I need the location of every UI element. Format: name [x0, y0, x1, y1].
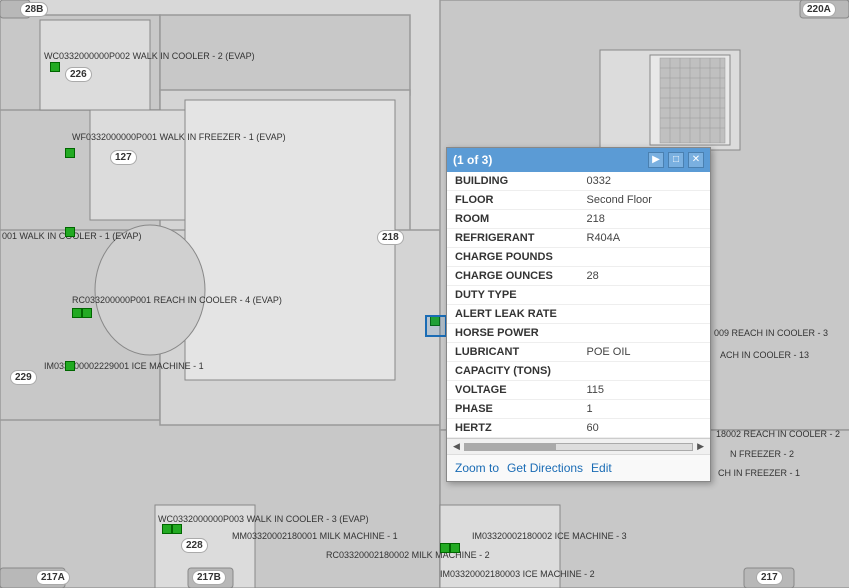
field-label: ROOM	[447, 210, 579, 229]
field-label: BUILDING	[447, 172, 579, 191]
field-value: POE OIL	[579, 343, 711, 362]
feature-popup: (1 of 3) ▶ □ ✕ BUILDING0332FLOORSecond F…	[446, 147, 711, 482]
field-value	[579, 248, 711, 267]
room-label-28b: 28B	[20, 2, 48, 17]
table-row: ROOM218	[447, 210, 710, 229]
edit-link[interactable]: Edit	[591, 461, 612, 475]
field-value: 1	[579, 400, 711, 419]
equip-label-rc002: 18002 REACH IN COOLER - 2	[716, 429, 840, 439]
field-label: REFRIGERANT	[447, 229, 579, 248]
scroll-right-arrow[interactable]: ▶	[695, 441, 706, 452]
equip-label-mm001: MM03320002180001 MILK MACHINE - 1	[232, 531, 398, 541]
equip-label-im002: IM03320002180003 ICE MACHINE - 2	[440, 569, 595, 579]
room-label-228: 228	[181, 538, 208, 553]
field-value: 0332	[579, 172, 711, 191]
equip-label-frz1: CH IN FREEZER - 1	[718, 468, 800, 478]
field-label: HERTZ	[447, 419, 579, 438]
equip-label-frz2: N FREEZER - 2	[730, 449, 794, 459]
equip-label-rc004: RC033200000P001 REACH IN COOLER - 4 (EVA…	[72, 295, 282, 305]
equip-dot-8[interactable]	[172, 524, 182, 534]
field-label: DUTY TYPE	[447, 286, 579, 305]
table-row: HORSE POWER	[447, 324, 710, 343]
popup-scroll-bar[interactable]: ◀ ▶	[447, 438, 710, 454]
equip-dot-10[interactable]	[450, 543, 460, 553]
map-container: 226 127 218 229 228 217B 217A 220A 217 2…	[0, 0, 849, 588]
scroll-left-arrow[interactable]: ◀	[451, 441, 462, 452]
field-label: VOLTAGE	[447, 381, 579, 400]
table-row: CHARGE OUNCES28	[447, 267, 710, 286]
table-row: REFRIGERANTR404A	[447, 229, 710, 248]
equip-label-rc013: ACH IN COOLER - 13	[720, 350, 809, 360]
table-row: BUILDING0332	[447, 172, 710, 191]
table-row: CHARGE POUNDS	[447, 248, 710, 267]
room-label-226: 226	[65, 67, 92, 82]
field-label: FLOOR	[447, 191, 579, 210]
get-directions-link[interactable]: Get Directions	[507, 461, 583, 475]
field-value: 28	[579, 267, 711, 286]
room-label-217a: 217A	[36, 570, 70, 585]
field-label: LUBRICANT	[447, 343, 579, 362]
equip-dot-9[interactable]	[440, 543, 450, 553]
room-label-217b: 217B	[192, 570, 226, 585]
popup-maximize-button[interactable]: □	[668, 152, 684, 168]
table-row: VOLTAGE115	[447, 381, 710, 400]
zoom-to-link[interactable]: Zoom to	[455, 461, 499, 475]
scroll-track	[464, 443, 693, 451]
equip-dot-3[interactable]	[65, 227, 75, 237]
floor-plan-svg	[0, 0, 849, 588]
field-value: Second Floor	[579, 191, 711, 210]
field-label: ALERT LEAK RATE	[447, 305, 579, 324]
equip-dot-1[interactable]	[50, 62, 60, 72]
table-row: HERTZ60	[447, 419, 710, 438]
scroll-thumb	[465, 444, 556, 450]
field-value: 115	[579, 381, 711, 400]
room-label-127: 127	[110, 150, 137, 165]
field-label: PHASE	[447, 400, 579, 419]
table-row: FLOORSecond Floor	[447, 191, 710, 210]
equip-label-wc003: WC0332000000P003 WALK IN COOLER - 3 (EVA…	[158, 514, 369, 524]
table-row: PHASE1	[447, 400, 710, 419]
field-label: CHARGE OUNCES	[447, 267, 579, 286]
table-row: DUTY TYPE	[447, 286, 710, 305]
selected-feature-box	[425, 315, 447, 337]
equip-dot-2[interactable]	[65, 148, 75, 158]
field-label: HORSE POWER	[447, 324, 579, 343]
popup-table: BUILDING0332FLOORSecond FloorROOM218REFR…	[447, 172, 710, 438]
equip-label-mm002: RC03320002180002 MILK MACHINE - 2	[326, 550, 490, 560]
field-value	[579, 286, 711, 305]
equip-dot-7[interactable]	[162, 524, 172, 534]
equip-label-rc003: 009 REACH IN COOLER - 3	[714, 328, 828, 338]
popup-body[interactable]: BUILDING0332FLOORSecond FloorROOM218REFR…	[447, 172, 710, 438]
field-value: R404A	[579, 229, 711, 248]
equip-label-wf001: WF0332000000P001 WALK IN FREEZER - 1 (EV…	[72, 132, 286, 142]
room-label-218: 218	[377, 230, 404, 245]
popup-footer: Zoom to Get Directions Edit	[447, 454, 710, 481]
popup-close-button[interactable]: ✕	[688, 152, 704, 168]
popup-title: (1 of 3)	[453, 153, 492, 167]
table-row: LUBRICANTPOE OIL	[447, 343, 710, 362]
equip-dot-6[interactable]	[65, 361, 75, 371]
equip-label-im003: IM03320002180002 ICE MACHINE - 3	[472, 531, 627, 541]
field-value	[579, 362, 711, 381]
room-label-217: 217	[756, 570, 783, 585]
room-label-229: 229	[10, 370, 37, 385]
field-label: CHARGE POUNDS	[447, 248, 579, 267]
field-value	[579, 324, 711, 343]
field-value	[579, 305, 711, 324]
popup-next-button[interactable]: ▶	[648, 152, 664, 168]
equip-dot-4[interactable]	[72, 308, 82, 318]
field-value: 218	[579, 210, 711, 229]
field-label: CAPACITY (TONS)	[447, 362, 579, 381]
popup-titlebar: (1 of 3) ▶ □ ✕	[447, 148, 710, 172]
room-label-220a: 220A	[802, 2, 836, 17]
equip-label-wc002: WC0332000000P002 WALK IN COOLER - 2 (EVA…	[44, 51, 255, 61]
popup-controls: ▶ □ ✕	[648, 152, 704, 168]
table-row: ALERT LEAK RATE	[447, 305, 710, 324]
table-row: CAPACITY (TONS)	[447, 362, 710, 381]
equip-dot-5[interactable]	[82, 308, 92, 318]
field-value: 60	[579, 419, 711, 438]
